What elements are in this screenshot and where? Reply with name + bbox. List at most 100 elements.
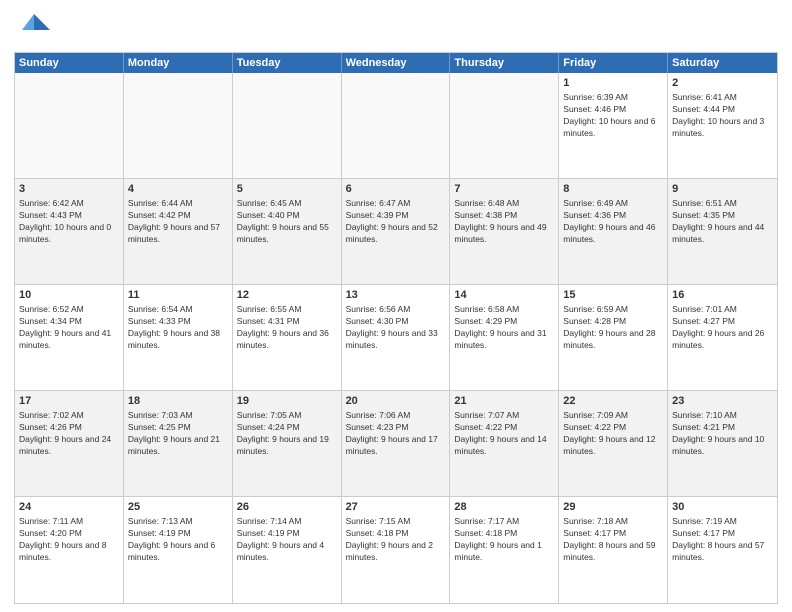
day-number: 23 — [672, 394, 773, 409]
day-number: 9 — [672, 182, 773, 197]
day-number: 10 — [19, 288, 119, 303]
day-number: 26 — [237, 500, 337, 515]
cell-info: Sunrise: 6:44 AM Sunset: 4:42 PM Dayligh… — [128, 198, 228, 246]
day-number: 13 — [346, 288, 446, 303]
day-number: 24 — [19, 500, 119, 515]
day-number: 11 — [128, 288, 228, 303]
calendar-cell: 26Sunrise: 7:14 AM Sunset: 4:19 PM Dayli… — [233, 497, 342, 603]
calendar-cell: 24Sunrise: 7:11 AM Sunset: 4:20 PM Dayli… — [15, 497, 124, 603]
weekday-header: Tuesday — [233, 53, 342, 73]
page: SundayMondayTuesdayWednesdayThursdayFrid… — [0, 0, 792, 612]
cell-info: Sunrise: 7:13 AM Sunset: 4:19 PM Dayligh… — [128, 516, 228, 564]
day-number: 25 — [128, 500, 228, 515]
cell-info: Sunrise: 6:51 AM Sunset: 4:35 PM Dayligh… — [672, 198, 773, 246]
calendar-cell: 18Sunrise: 7:03 AM Sunset: 4:25 PM Dayli… — [124, 391, 233, 496]
day-number: 3 — [19, 182, 119, 197]
cell-info: Sunrise: 7:02 AM Sunset: 4:26 PM Dayligh… — [19, 410, 119, 458]
weekday-header: Wednesday — [342, 53, 451, 73]
day-number: 19 — [237, 394, 337, 409]
cell-info: Sunrise: 6:41 AM Sunset: 4:44 PM Dayligh… — [672, 92, 773, 140]
calendar-cell: 3Sunrise: 6:42 AM Sunset: 4:43 PM Daylig… — [15, 179, 124, 284]
calendar-cell: 13Sunrise: 6:56 AM Sunset: 4:30 PM Dayli… — [342, 285, 451, 390]
logo-icon — [14, 10, 50, 46]
day-number: 12 — [237, 288, 337, 303]
calendar-cell: 8Sunrise: 6:49 AM Sunset: 4:36 PM Daylig… — [559, 179, 668, 284]
day-number: 30 — [672, 500, 773, 515]
calendar-row: 3Sunrise: 6:42 AM Sunset: 4:43 PM Daylig… — [15, 179, 777, 285]
weekday-header: Thursday — [450, 53, 559, 73]
cell-info: Sunrise: 7:18 AM Sunset: 4:17 PM Dayligh… — [563, 516, 663, 564]
calendar-cell: 6Sunrise: 6:47 AM Sunset: 4:39 PM Daylig… — [342, 179, 451, 284]
cell-info: Sunrise: 7:15 AM Sunset: 4:18 PM Dayligh… — [346, 516, 446, 564]
calendar-cell: 21Sunrise: 7:07 AM Sunset: 4:22 PM Dayli… — [450, 391, 559, 496]
calendar-cell: 27Sunrise: 7:15 AM Sunset: 4:18 PM Dayli… — [342, 497, 451, 603]
cell-info: Sunrise: 6:45 AM Sunset: 4:40 PM Dayligh… — [237, 198, 337, 246]
day-number: 6 — [346, 182, 446, 197]
cell-info: Sunrise: 6:49 AM Sunset: 4:36 PM Dayligh… — [563, 198, 663, 246]
calendar-cell — [450, 73, 559, 178]
day-number: 5 — [237, 182, 337, 197]
cell-info: Sunrise: 6:58 AM Sunset: 4:29 PM Dayligh… — [454, 304, 554, 352]
calendar-cell: 9Sunrise: 6:51 AM Sunset: 4:35 PM Daylig… — [668, 179, 777, 284]
cell-info: Sunrise: 6:48 AM Sunset: 4:38 PM Dayligh… — [454, 198, 554, 246]
cell-info: Sunrise: 6:52 AM Sunset: 4:34 PM Dayligh… — [19, 304, 119, 352]
calendar-cell: 5Sunrise: 6:45 AM Sunset: 4:40 PM Daylig… — [233, 179, 342, 284]
day-number: 22 — [563, 394, 663, 409]
day-number: 18 — [128, 394, 228, 409]
calendar-cell: 11Sunrise: 6:54 AM Sunset: 4:33 PM Dayli… — [124, 285, 233, 390]
weekday-header: Friday — [559, 53, 668, 73]
calendar-cell: 28Sunrise: 7:17 AM Sunset: 4:18 PM Dayli… — [450, 497, 559, 603]
calendar-cell — [15, 73, 124, 178]
day-number: 28 — [454, 500, 554, 515]
calendar-header: SundayMondayTuesdayWednesdayThursdayFrid… — [15, 53, 777, 73]
day-number: 7 — [454, 182, 554, 197]
cell-info: Sunrise: 6:47 AM Sunset: 4:39 PM Dayligh… — [346, 198, 446, 246]
day-number: 2 — [672, 76, 773, 91]
cell-info: Sunrise: 7:19 AM Sunset: 4:17 PM Dayligh… — [672, 516, 773, 564]
calendar-body: 1Sunrise: 6:39 AM Sunset: 4:46 PM Daylig… — [15, 73, 777, 603]
day-number: 29 — [563, 500, 663, 515]
cell-info: Sunrise: 7:07 AM Sunset: 4:22 PM Dayligh… — [454, 410, 554, 458]
day-number: 15 — [563, 288, 663, 303]
calendar-cell: 30Sunrise: 7:19 AM Sunset: 4:17 PM Dayli… — [668, 497, 777, 603]
cell-info: Sunrise: 6:39 AM Sunset: 4:46 PM Dayligh… — [563, 92, 663, 140]
cell-info: Sunrise: 6:42 AM Sunset: 4:43 PM Dayligh… — [19, 198, 119, 246]
cell-info: Sunrise: 7:09 AM Sunset: 4:22 PM Dayligh… — [563, 410, 663, 458]
calendar-cell: 19Sunrise: 7:05 AM Sunset: 4:24 PM Dayli… — [233, 391, 342, 496]
cell-info: Sunrise: 6:54 AM Sunset: 4:33 PM Dayligh… — [128, 304, 228, 352]
cell-info: Sunrise: 7:06 AM Sunset: 4:23 PM Dayligh… — [346, 410, 446, 458]
cell-info: Sunrise: 7:01 AM Sunset: 4:27 PM Dayligh… — [672, 304, 773, 352]
calendar-cell: 7Sunrise: 6:48 AM Sunset: 4:38 PM Daylig… — [450, 179, 559, 284]
cell-info: Sunrise: 7:03 AM Sunset: 4:25 PM Dayligh… — [128, 410, 228, 458]
calendar-cell: 22Sunrise: 7:09 AM Sunset: 4:22 PM Dayli… — [559, 391, 668, 496]
calendar-cell — [124, 73, 233, 178]
day-number: 17 — [19, 394, 119, 409]
day-number: 20 — [346, 394, 446, 409]
calendar-cell: 20Sunrise: 7:06 AM Sunset: 4:23 PM Dayli… — [342, 391, 451, 496]
day-number: 8 — [563, 182, 663, 197]
cell-info: Sunrise: 7:05 AM Sunset: 4:24 PM Dayligh… — [237, 410, 337, 458]
calendar-row: 1Sunrise: 6:39 AM Sunset: 4:46 PM Daylig… — [15, 73, 777, 179]
calendar: SundayMondayTuesdayWednesdayThursdayFrid… — [14, 52, 778, 604]
calendar-cell: 16Sunrise: 7:01 AM Sunset: 4:27 PM Dayli… — [668, 285, 777, 390]
cell-info: Sunrise: 6:55 AM Sunset: 4:31 PM Dayligh… — [237, 304, 337, 352]
calendar-cell: 14Sunrise: 6:58 AM Sunset: 4:29 PM Dayli… — [450, 285, 559, 390]
calendar-cell: 12Sunrise: 6:55 AM Sunset: 4:31 PM Dayli… — [233, 285, 342, 390]
day-number: 16 — [672, 288, 773, 303]
weekday-header: Monday — [124, 53, 233, 73]
calendar-row: 10Sunrise: 6:52 AM Sunset: 4:34 PM Dayli… — [15, 285, 777, 391]
calendar-cell: 4Sunrise: 6:44 AM Sunset: 4:42 PM Daylig… — [124, 179, 233, 284]
header — [14, 10, 778, 46]
cell-info: Sunrise: 7:14 AM Sunset: 4:19 PM Dayligh… — [237, 516, 337, 564]
cell-info: Sunrise: 6:56 AM Sunset: 4:30 PM Dayligh… — [346, 304, 446, 352]
calendar-cell: 2Sunrise: 6:41 AM Sunset: 4:44 PM Daylig… — [668, 73, 777, 178]
calendar-row: 17Sunrise: 7:02 AM Sunset: 4:26 PM Dayli… — [15, 391, 777, 497]
weekday-header: Saturday — [668, 53, 777, 73]
calendar-cell: 25Sunrise: 7:13 AM Sunset: 4:19 PM Dayli… — [124, 497, 233, 603]
day-number: 4 — [128, 182, 228, 197]
day-number: 27 — [346, 500, 446, 515]
calendar-cell: 23Sunrise: 7:10 AM Sunset: 4:21 PM Dayli… — [668, 391, 777, 496]
calendar-row: 24Sunrise: 7:11 AM Sunset: 4:20 PM Dayli… — [15, 497, 777, 603]
day-number: 21 — [454, 394, 554, 409]
calendar-cell: 1Sunrise: 6:39 AM Sunset: 4:46 PM Daylig… — [559, 73, 668, 178]
